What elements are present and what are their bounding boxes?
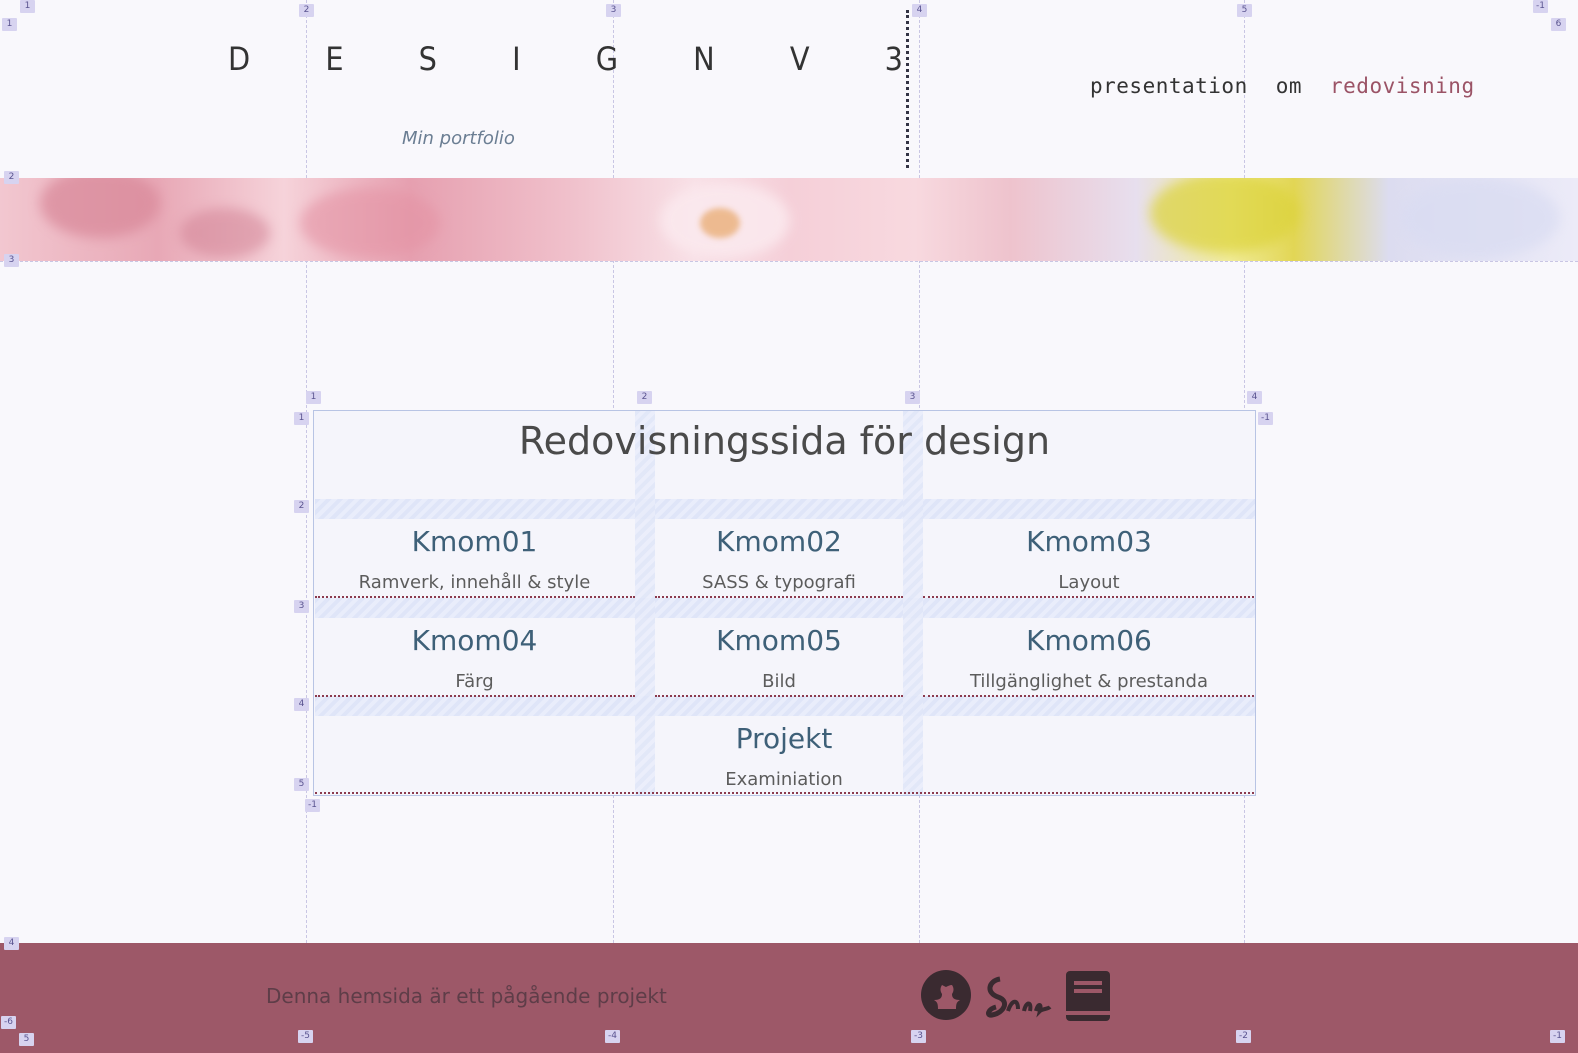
grid-line-number: 4 (294, 698, 309, 711)
grid-line-number: -4 (605, 1030, 620, 1043)
grid-line (306, 0, 307, 1053)
grid-line-number: 3 (4, 254, 19, 267)
grid-line-number: 4 (4, 937, 19, 950)
row-underline (655, 695, 903, 697)
grid-line-number: -1 (305, 799, 320, 812)
nav-link-redovisning[interactable]: redovisning (1330, 74, 1475, 98)
kmom-card[interactable]: Kmom05 Bild (655, 618, 903, 692)
grid-line-number: -6 (1, 1016, 16, 1029)
grid-line-number: 1 (20, 0, 35, 13)
site-footer: Denna hemsida är ett pågående projekt (0, 943, 1578, 1053)
row-underline (655, 596, 903, 598)
sass-icon[interactable] (984, 971, 1054, 1027)
kmom-heading: Kmom03 (1026, 525, 1152, 558)
grid-gap (315, 598, 1255, 618)
kmom-description: Tillgänglighet & prestanda (969, 671, 1209, 692)
project-card[interactable]: Projekt Examiniation (655, 716, 913, 790)
grid-gap (315, 499, 1255, 519)
grid-line-number: -2 (1236, 1030, 1251, 1043)
kmom-heading: Kmom04 (411, 624, 538, 657)
footer-text: Denna hemsida är ett pågående projekt (266, 984, 667, 1008)
grid-line (0, 261, 1578, 262)
grid-line-number: 2 (299, 4, 314, 17)
kmom-card[interactable]: Kmom03 Layout (923, 519, 1255, 593)
grid-gap (315, 696, 1255, 716)
kmom-description: Färg (455, 671, 494, 692)
grid-line-number: 2 (637, 391, 652, 404)
project-description: Examiniation (725, 769, 843, 790)
grid-line-number: 2 (294, 500, 309, 513)
header-divider (906, 10, 909, 168)
row-underline (315, 596, 635, 598)
kmom-card[interactable]: Kmom04 Färg (314, 618, 635, 692)
grid-line-number: 4 (1247, 391, 1262, 404)
page-title: Redovisningssida för design (518, 419, 1051, 463)
grid-gap (635, 411, 655, 795)
github-icon[interactable] (920, 969, 972, 1025)
grid-line-number: 3 (606, 4, 621, 17)
row-underline (315, 695, 635, 697)
grid-line-number: 6 (1551, 18, 1566, 31)
grid-line-number: -3 (911, 1030, 926, 1043)
grid-line-number: 2 (4, 171, 19, 184)
banner-blossom (40, 178, 160, 238)
grid-line-number: -5 (298, 1030, 313, 1043)
nav-link-presentation[interactable]: presentation (1090, 74, 1248, 98)
banner-blossom (180, 208, 270, 258)
grid-line-number: 4 (912, 4, 927, 17)
banner-blossom (300, 188, 440, 258)
grid-line-number: 3 (294, 600, 309, 613)
kmom-heading: Kmom02 (716, 525, 842, 558)
main-nav: presentation om redovisning (1090, 74, 1475, 98)
kmom-card[interactable]: Kmom06 Tillgänglighet & prestanda (923, 618, 1255, 692)
grid-line-number: 5 (19, 1033, 34, 1046)
kmom-description: Ramverk, innehåll & style (358, 572, 591, 593)
grid-line-number: -1 (1550, 1030, 1565, 1043)
kmom-description: SASS & typografi (702, 572, 856, 593)
kmom-heading: Kmom05 (716, 624, 842, 657)
book-icon[interactable] (1064, 969, 1112, 1027)
grid-line-number: 1 (2, 18, 17, 31)
site-brand: D E S I G N V 3 (228, 40, 936, 78)
row-underline (923, 596, 1254, 598)
row-underline (923, 695, 1254, 697)
grid-line-number: 1 (306, 391, 321, 404)
row-underline (315, 792, 1254, 794)
banner-blossom (1400, 178, 1560, 258)
nav-link-om[interactable]: om (1276, 74, 1302, 98)
banner-flower-center (700, 208, 740, 238)
grid-line-number: 1 (294, 412, 309, 425)
banner-leaf (1150, 178, 1300, 253)
kmom-description: Layout (1058, 572, 1120, 593)
grid-line-number: -1 (1533, 0, 1548, 13)
kmom-description: Bild (762, 671, 796, 692)
report-grid: Redovisningssida för design Kmom01 Ramve… (313, 410, 1256, 796)
site-subtitle: Min portfolio (402, 128, 515, 149)
kmom-heading: Kmom01 (411, 525, 538, 558)
kmom-heading: Kmom06 (1026, 624, 1152, 657)
grid-line-number: 3 (905, 391, 920, 404)
project-heading: Projekt (735, 722, 833, 755)
kmom-card[interactable]: Kmom02 SASS & typografi (655, 519, 903, 593)
grid-line-number: 5 (294, 778, 309, 791)
hero-banner (0, 178, 1578, 261)
grid-line-number: -1 (1258, 412, 1273, 425)
kmom-card[interactable]: Kmom01 Ramverk, innehåll & style (314, 519, 635, 593)
grid-line-number: 5 (1237, 4, 1252, 17)
